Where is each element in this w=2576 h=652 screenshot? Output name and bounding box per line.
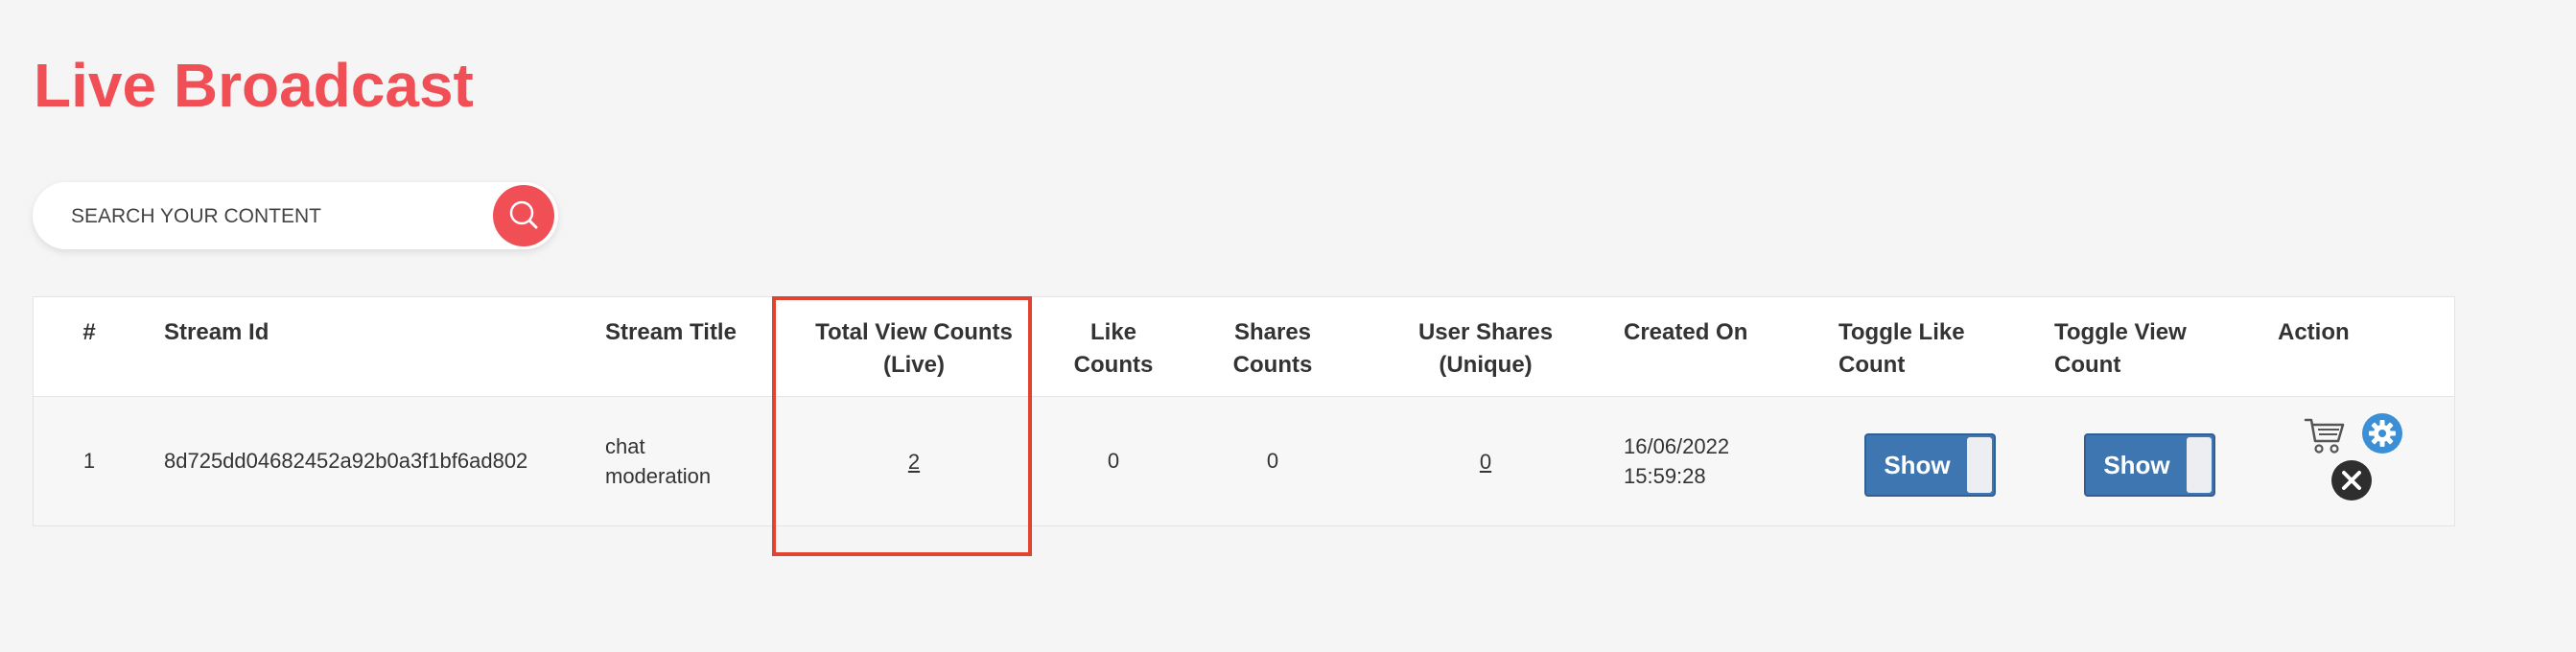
cell-stream-title: chat moderation [605, 431, 711, 491]
broadcast-table: # Stream Id Stream Title Total View Coun… [33, 296, 2455, 526]
header-user-shares-line1: User Shares [1417, 319, 1554, 345]
gear-icon[interactable] [2360, 411, 2404, 460]
search-button[interactable] [493, 185, 554, 246]
close-icon[interactable] [2330, 458, 2374, 507]
cell-user-shares-wrap: 0 [1390, 447, 1581, 477]
header-toggle-view-line2: Count [2054, 352, 2121, 378]
cell-user-shares[interactable]: 0 [1480, 450, 1491, 474]
header-toggle-view-count: Toggle View Count [2054, 316, 2187, 382]
cell-created-time: 15:59:28 [1624, 464, 1706, 488]
header-index: # [82, 319, 96, 345]
header-shares-counts: Shares Counts [1215, 316, 1330, 382]
header-like-counts-line2: Counts [1073, 352, 1154, 378]
header-user-shares: User Shares (Unique) [1390, 316, 1581, 382]
header-like-counts: Like Counts [1056, 316, 1171, 382]
cell-total-view-counts[interactable]: 2 [908, 450, 920, 474]
page-title: Live Broadcast [34, 51, 474, 120]
toggle-view-count-knob [2187, 437, 2212, 493]
header-total-view-counts: Total View Counts (Live) [799, 316, 1029, 382]
toggle-view-count-button[interactable]: Show [2084, 433, 2215, 497]
search-input[interactable] [69, 194, 495, 240]
cell-like-counts: 0 [1107, 449, 1120, 473]
cell-index: 1 [82, 449, 96, 473]
cell-stream-title-line1: chat [605, 434, 645, 458]
cell-stream-title-line2: moderation [605, 464, 712, 488]
header-toggle-view-line1: Toggle View [2054, 319, 2187, 345]
header-action: Action [2278, 319, 2350, 345]
header-total-view-counts-line2: (Live) [882, 352, 945, 378]
header-user-shares-line2: (Unique) [1439, 352, 1533, 378]
header-total-view-counts-line1: Total View Counts [815, 319, 1013, 345]
header-stream-id: Stream Id [164, 319, 269, 345]
header-created-on: Created On [1624, 319, 1748, 345]
header-toggle-like-count: Toggle Like Count [1838, 316, 1965, 382]
header-shares-counts-line1: Shares [1233, 319, 1312, 345]
table-header-row: # Stream Id Stream Title Total View Coun… [34, 297, 2454, 397]
header-shares-counts-line2: Counts [1232, 352, 1313, 378]
cell-total-view-counts-wrap: 2 [799, 447, 1029, 477]
toggle-like-count-label: Show [1884, 451, 1951, 479]
toggle-view-count-label: Show [2103, 451, 2170, 479]
table-row: 1 8d725dd04682452a92b0a3f1bf6ad802 chat … [34, 397, 2454, 525]
cell-created-on: 16/06/2022 15:59:28 [1624, 431, 1729, 491]
cell-shares-counts: 0 [1266, 449, 1279, 473]
toggle-like-count-button[interactable]: Show [1864, 433, 1996, 497]
search-bar [33, 182, 558, 249]
header-like-counts-line1: Like [1089, 319, 1137, 345]
toggle-like-count-knob [1967, 437, 1992, 493]
cart-icon[interactable] [2303, 416, 2347, 459]
cell-created-date: 16/06/2022 [1624, 434, 1730, 458]
search-icon [509, 200, 538, 229]
header-toggle-like-line1: Toggle Like [1838, 319, 1965, 345]
header-toggle-like-line2: Count [1838, 352, 1906, 378]
header-stream-title: Stream Title [605, 319, 737, 345]
cell-stream-id: 8d725dd04682452a92b0a3f1bf6ad802 [164, 449, 528, 473]
